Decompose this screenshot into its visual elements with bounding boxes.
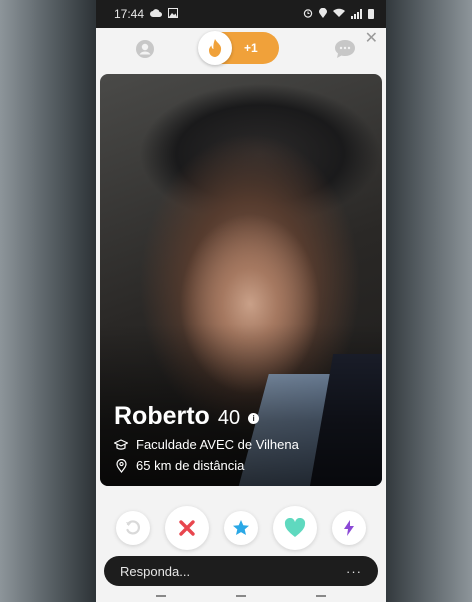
discover-toggle[interactable]: +1 bbox=[198, 31, 279, 65]
close-x-icon bbox=[179, 520, 195, 536]
status-time: 17:44 bbox=[114, 7, 145, 21]
recents-icon[interactable] bbox=[156, 595, 166, 597]
phone-screen: 17:44 +1 ✕ Roberto 40 i Faculdade AVEC d… bbox=[96, 0, 386, 602]
school-text: Faculdade AVEC de Vilhena bbox=[136, 437, 299, 452]
wifi-icon bbox=[333, 8, 345, 20]
back-icon[interactable] bbox=[316, 595, 326, 597]
distance-text: 65 km de distância bbox=[136, 458, 245, 473]
cloud-icon bbox=[150, 8, 163, 20]
profile-name: Roberto bbox=[114, 402, 210, 430]
chat-bubble-icon[interactable] bbox=[334, 38, 356, 60]
rewind-icon bbox=[125, 520, 140, 535]
gallery-icon bbox=[168, 7, 179, 21]
lightning-icon bbox=[344, 520, 355, 536]
super-like-button[interactable] bbox=[223, 511, 258, 545]
profile-age: 40 bbox=[217, 407, 241, 429]
alarm-icon bbox=[303, 8, 313, 21]
more-options-icon[interactable]: ··· bbox=[346, 564, 362, 579]
location-icon bbox=[319, 7, 327, 21]
profile-info: Roberto 40 i Faculdade AVEC de Vilhena 6… bbox=[114, 402, 299, 473]
reply-bar[interactable]: Responda... ··· bbox=[104, 556, 378, 586]
top-navigation: +1 ✕ bbox=[96, 28, 386, 70]
nope-button[interactable] bbox=[164, 506, 209, 550]
status-bar: 17:44 bbox=[96, 0, 386, 28]
distance-row: 65 km de distância bbox=[114, 458, 299, 473]
star-icon bbox=[232, 520, 249, 535]
school-row: Faculdade AVEC de Vilhena bbox=[114, 437, 299, 452]
person-icon[interactable] bbox=[134, 38, 156, 60]
close-icon[interactable]: ✕ bbox=[365, 28, 378, 48]
boost-button[interactable] bbox=[332, 511, 367, 545]
profile-card[interactable]: Roberto 40 i Faculdade AVEC de Vilhena 6… bbox=[100, 74, 382, 486]
home-icon[interactable] bbox=[236, 595, 246, 597]
info-icon[interactable]: i bbox=[248, 413, 260, 424]
system-nav-bar bbox=[96, 590, 386, 602]
boost-count: +1 bbox=[244, 41, 258, 55]
like-button[interactable] bbox=[273, 506, 318, 550]
reply-input[interactable]: Responda... bbox=[120, 564, 190, 579]
location-pin-icon bbox=[114, 458, 128, 473]
flame-icon bbox=[198, 31, 232, 65]
rewind-button[interactable] bbox=[115, 511, 150, 545]
battery-icon bbox=[368, 9, 374, 19]
signal-icon bbox=[351, 9, 362, 19]
action-buttons bbox=[96, 506, 386, 550]
heart-icon bbox=[285, 518, 306, 537]
graduation-cap-icon bbox=[114, 438, 128, 452]
